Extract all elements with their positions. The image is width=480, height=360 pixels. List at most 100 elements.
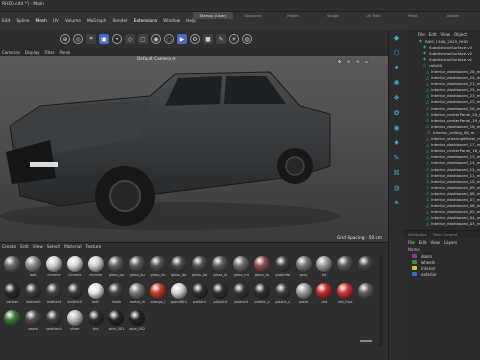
material-swatch[interactable]: chrome <box>64 256 85 280</box>
layout-paint[interactable]: Paint <box>393 12 433 19</box>
material-swatch[interactable]: leather0 <box>64 283 85 307</box>
object-menu-view[interactable]: View <box>440 32 450 37</box>
material-swatch[interactable]: bolt <box>23 256 44 280</box>
camera-object-icon[interactable]: ⌘ <box>392 168 402 178</box>
material-swatch[interactable]: glass_cir <box>148 256 169 280</box>
viewport-menu-panel[interactable]: Panel <box>59 50 70 55</box>
material-swatch[interactable]: kit <box>314 256 335 280</box>
material-swatch[interactable]: silver <box>64 310 85 334</box>
material-swatch[interactable]: mesh <box>106 283 127 307</box>
material-swatch[interactable]: chrome <box>44 256 65 280</box>
material-swatch[interactable]: metal_di <box>127 283 148 307</box>
layer-menu-layers[interactable]: Layers <box>444 240 457 245</box>
menu-help[interactable]: Help <box>186 19 196 24</box>
material-scrollbar[interactable] <box>379 256 383 346</box>
layout-groom[interactable]: Groom <box>433 12 473 19</box>
move-icon[interactable]: ⊕ <box>60 34 70 44</box>
material-swatch[interactable] <box>356 256 377 280</box>
timeline-scrubber[interactable] <box>360 340 372 342</box>
material-swatch[interactable]: wire_002 <box>127 310 148 334</box>
material-swatch[interactable]: glass_da <box>168 256 189 280</box>
edge-mode-icon[interactable]: ◇ <box>125 34 135 44</box>
menu-render[interactable]: Render <box>112 19 127 24</box>
tab-take-content[interactable]: Take Content <box>433 232 458 237</box>
material-swatch[interactable]: red <box>314 283 335 307</box>
material-swatch[interactable]: seather4 <box>44 310 65 334</box>
material-swatch[interactable]: glass_le <box>210 256 231 280</box>
point-mode-icon[interactable]: • <box>112 34 122 44</box>
material-menu-view[interactable]: View <box>33 245 43 250</box>
render-settings-icon[interactable]: ⚙ <box>190 34 200 44</box>
viewport-menu-filter[interactable]: Filter <box>45 50 55 55</box>
material-swatch[interactable]: glass_bu <box>127 256 148 280</box>
material-swatch[interactable] <box>2 310 23 334</box>
object-menu-file[interactable]: File <box>418 32 425 37</box>
layout-model[interactable]: Model <box>273 12 313 19</box>
layout-startup[interactable]: Startup (User) <box>193 12 233 19</box>
material-menu-texture[interactable]: Texture <box>86 245 102 250</box>
model-mode-icon[interactable]: ▣ <box>99 34 109 44</box>
render-view-icon[interactable]: ▶ <box>177 34 187 44</box>
menu-mograph[interactable]: MoGraph <box>87 19 107 24</box>
layer-menu-edit[interactable]: Edit <box>419 240 427 245</box>
menu-window[interactable]: Window <box>163 19 180 24</box>
material-swatch[interactable]: paintWhi <box>168 283 189 307</box>
effector-icon[interactable]: ✺ <box>392 78 402 88</box>
spline-pen-icon[interactable]: ✎ <box>392 153 402 163</box>
scale-icon[interactable]: ⌗ <box>86 34 96 44</box>
rotate-icon[interactable]: ◎ <box>73 34 83 44</box>
material-swatch[interactable]: plastic0 <box>210 283 231 307</box>
layout-sculpt[interactable]: Sculpt <box>313 12 353 19</box>
3d-viewport[interactable]: Default Camera ⟳ ✥ ⊖ ⟲ ▭ Grid Spacing : … <box>0 56 388 242</box>
layer-color-swatch[interactable] <box>412 260 417 264</box>
material-swatch[interactable]: leather4 <box>44 283 65 307</box>
material-swatch[interactable]: glass_da <box>189 256 210 280</box>
cube-icon[interactable]: ■ <box>203 34 213 44</box>
light-object-icon[interactable]: ☀ <box>392 198 402 208</box>
material-swatch[interactable]: glass_bu <box>106 256 127 280</box>
object-menu-object[interactable]: Object <box>454 32 467 37</box>
menu-edit[interactable]: Edit <box>2 19 10 24</box>
object-row[interactable]: △ interior_dashboard_03_m <box>404 221 480 227</box>
layer-color-swatch[interactable] <box>412 254 417 258</box>
menu-volume[interactable]: Volume <box>65 19 81 24</box>
scene-icon[interactable]: ◉ <box>392 123 402 133</box>
layout-standard[interactable]: Standard <box>233 12 273 19</box>
material-swatch[interactable]: grey <box>293 256 314 280</box>
layer-row[interactable]: exterior <box>404 271 480 277</box>
axis-icon[interactable]: ◌ <box>164 34 174 44</box>
material-swatch[interactable]: glass_re <box>252 256 273 280</box>
material-swatch[interactable]: plastic_c <box>252 283 273 307</box>
light-icon[interactable]: ☀ <box>229 34 239 44</box>
material-swatch[interactable]: seam <box>23 310 44 334</box>
material-swatch[interactable]: plastic0 <box>231 283 252 307</box>
layout-uv-edit[interactable]: UV Edit <box>353 12 393 19</box>
material-menu-create[interactable]: Create <box>2 245 16 250</box>
cube-primitive-icon[interactable]: ◆ <box>392 33 402 43</box>
material-swatch[interactable]: led2 <box>85 283 106 307</box>
menu-mesh[interactable]: Mesh <box>36 19 47 24</box>
field-icon[interactable]: ✿ <box>392 108 402 118</box>
material-swatch[interactable]: pattern <box>189 283 210 307</box>
array-icon[interactable]: ✦ <box>392 63 402 73</box>
material-swatch[interactable]: wire_001 <box>106 310 127 334</box>
material-swatch[interactable]: plate <box>293 283 314 307</box>
snap-icon[interactable]: ◉ <box>151 34 161 44</box>
deformer-icon[interactable]: ❖ <box>392 93 402 103</box>
material-swatch[interactable]: chrome <box>85 256 106 280</box>
material-swatch[interactable] <box>356 283 377 307</box>
layer-menu-view[interactable]: View <box>430 240 440 245</box>
material-swatch[interactable] <box>335 256 356 280</box>
material-swatch[interactable]: tire <box>85 310 106 334</box>
material-swatch[interactable]: plastic_s <box>272 283 293 307</box>
viewport-menu-cameras[interactable]: Cameras <box>2 50 20 55</box>
layer-color-swatch[interactable] <box>412 266 417 270</box>
material-swatch[interactable] <box>2 256 23 280</box>
material-menu-edit[interactable]: Edit <box>20 245 28 250</box>
material-swatch[interactable]: carbon <box>2 283 23 307</box>
viewport-menu-display[interactable]: Display <box>25 50 40 55</box>
material-menu-material[interactable]: Material <box>64 245 81 250</box>
tab-attributes[interactable]: Attributes <box>408 232 427 237</box>
nurbs-icon[interactable]: ⬡ <box>392 48 402 58</box>
pen-icon[interactable]: ✎ <box>216 34 226 44</box>
